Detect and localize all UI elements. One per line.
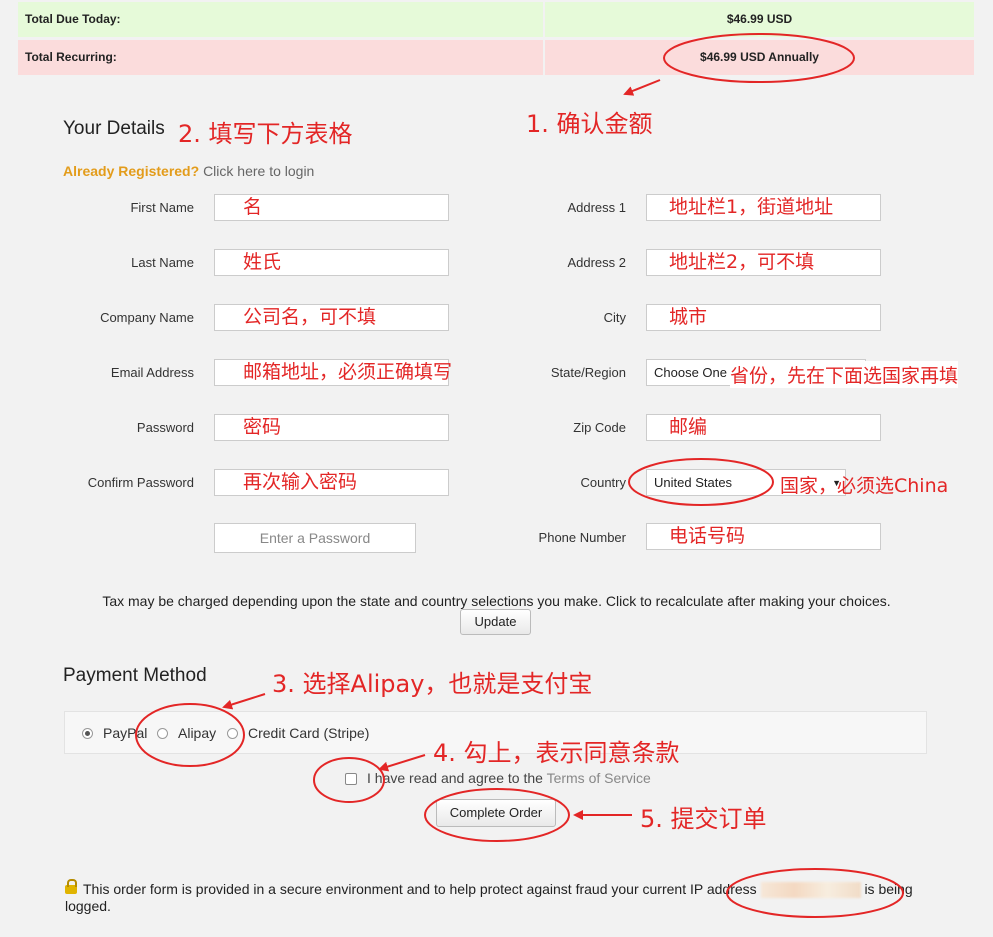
security-note-text: This order form is provided in a secure …: [83, 881, 757, 897]
step1-annotation: 1. 确认金额: [526, 110, 653, 138]
tos-text: I have read and agree to the Terms of Se…: [367, 770, 651, 786]
total-due-value: $46.99 USD: [726, 12, 793, 26]
already-registered-label: Already Registered?: [63, 163, 200, 179]
address1-input[interactable]: 地址栏1，街道地址: [646, 194, 881, 221]
company-name-label: Company Name: [100, 310, 194, 325]
login-link[interactable]: Click here to login: [203, 163, 314, 179]
step2-annotation: 2. 填写下方表格: [178, 120, 353, 148]
total-recurring-value: $46.99 USD Annually: [700, 50, 819, 64]
ip-address-blurred: [760, 882, 861, 899]
total-due-row: Total Due Today: $46.99 USD: [18, 2, 974, 37]
complete-order-button[interactable]: Complete Order: [436, 799, 556, 827]
address2-label: Address 2: [567, 255, 626, 270]
order-totals: Total Due Today: $46.99 USD Total Recurr…: [18, 2, 974, 75]
last-name-input[interactable]: 姓氏: [214, 249, 449, 276]
state-select-value: Choose One: [654, 365, 727, 380]
last-name-label: Last Name: [131, 255, 194, 270]
step3-arrow: [222, 693, 266, 710]
payment-method-heading: Payment Method: [63, 665, 207, 686]
email-label: Email Address: [110, 365, 194, 380]
company-name-input[interactable]: 公司名，可不填: [214, 304, 449, 331]
country-annotation: 国家，必须选China: [780, 475, 949, 497]
first-name-label: First Name: [130, 200, 194, 215]
total-recurring-label: Total Recurring:: [25, 50, 117, 64]
total-due-label: Total Due Today:: [25, 12, 121, 26]
password-label: Password: [136, 420, 194, 435]
tos-link[interactable]: Terms of Service: [547, 770, 651, 786]
security-note: This order form is provided in a secure …: [65, 879, 925, 914]
confirm-password-label: Confirm Password: [87, 475, 194, 490]
step1-arrow: [623, 79, 661, 96]
step5-annotation: 5. 提交订单: [640, 805, 767, 833]
city-label: City: [603, 310, 626, 325]
step4-arrow: [378, 754, 426, 772]
credit-card-label[interactable]: Credit Card (Stripe): [248, 725, 369, 741]
address2-input[interactable]: 地址栏2，可不填: [646, 249, 881, 276]
phone-input[interactable]: 电话号码: [646, 523, 881, 550]
alipay-radio[interactable]: [157, 728, 168, 739]
step4-annotation: 4. 勾上，表示同意条款: [433, 739, 680, 767]
tax-note: Tax may be charged depending upon the st…: [102, 593, 891, 609]
zip-input[interactable]: 邮编: [646, 414, 881, 441]
alipay-label[interactable]: Alipay: [178, 725, 216, 741]
password-input[interactable]: 密码: [214, 414, 449, 441]
tos-checkbox[interactable]: [345, 773, 357, 785]
first-name-input[interactable]: 名: [214, 194, 449, 221]
tos-prefix: I have read and agree to the: [367, 770, 543, 786]
your-details-heading: Your Details: [63, 118, 165, 139]
credit-card-radio[interactable]: [227, 728, 238, 739]
confirm-password-input[interactable]: 再次输入密码: [214, 469, 449, 496]
update-button[interactable]: Update: [460, 609, 531, 635]
paypal-radio[interactable]: [82, 728, 93, 739]
paypal-label[interactable]: PayPal: [103, 725, 147, 741]
step3-annotation: 3. 选择Alipay，也就是支付宝: [272, 670, 593, 698]
state-annotation: 省份，先在下面选国家再填: [730, 361, 959, 388]
country-label: Country: [580, 475, 626, 490]
lock-icon: [65, 879, 77, 894]
city-input[interactable]: 城市: [646, 304, 881, 331]
password-strength-box: Enter a Password: [214, 523, 416, 553]
address1-label: Address 1: [567, 200, 626, 215]
total-recurring-row: Total Recurring: $46.99 USD Annually: [18, 40, 974, 75]
email-input[interactable]: 邮箱地址，必须正确填写: [214, 359, 452, 386]
zip-label: Zip Code: [573, 420, 626, 435]
phone-label: Phone Number: [538, 530, 626, 545]
country-select-value: United States: [654, 475, 733, 490]
already-registered: Already Registered? Click here to login: [63, 163, 314, 179]
state-label: State/Region: [550, 365, 626, 380]
